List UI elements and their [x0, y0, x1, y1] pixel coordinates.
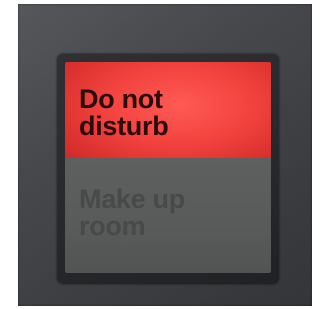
- make-up-room-label: Make up room: [79, 186, 185, 240]
- photo-scene: Do not disturb Make up room: [0, 0, 326, 309]
- do-not-disturb-line-2: disturb: [79, 111, 169, 141]
- do-not-disturb-line-1: Do not: [79, 84, 163, 114]
- do-not-disturb-button[interactable]: Do not disturb: [65, 62, 271, 158]
- make-up-room-button[interactable]: Make up room: [65, 158, 271, 273]
- make-up-room-line-1: Make up: [79, 184, 185, 214]
- make-up-room-line-2: room: [79, 211, 146, 241]
- do-not-disturb-label: Do not disturb: [79, 84, 169, 141]
